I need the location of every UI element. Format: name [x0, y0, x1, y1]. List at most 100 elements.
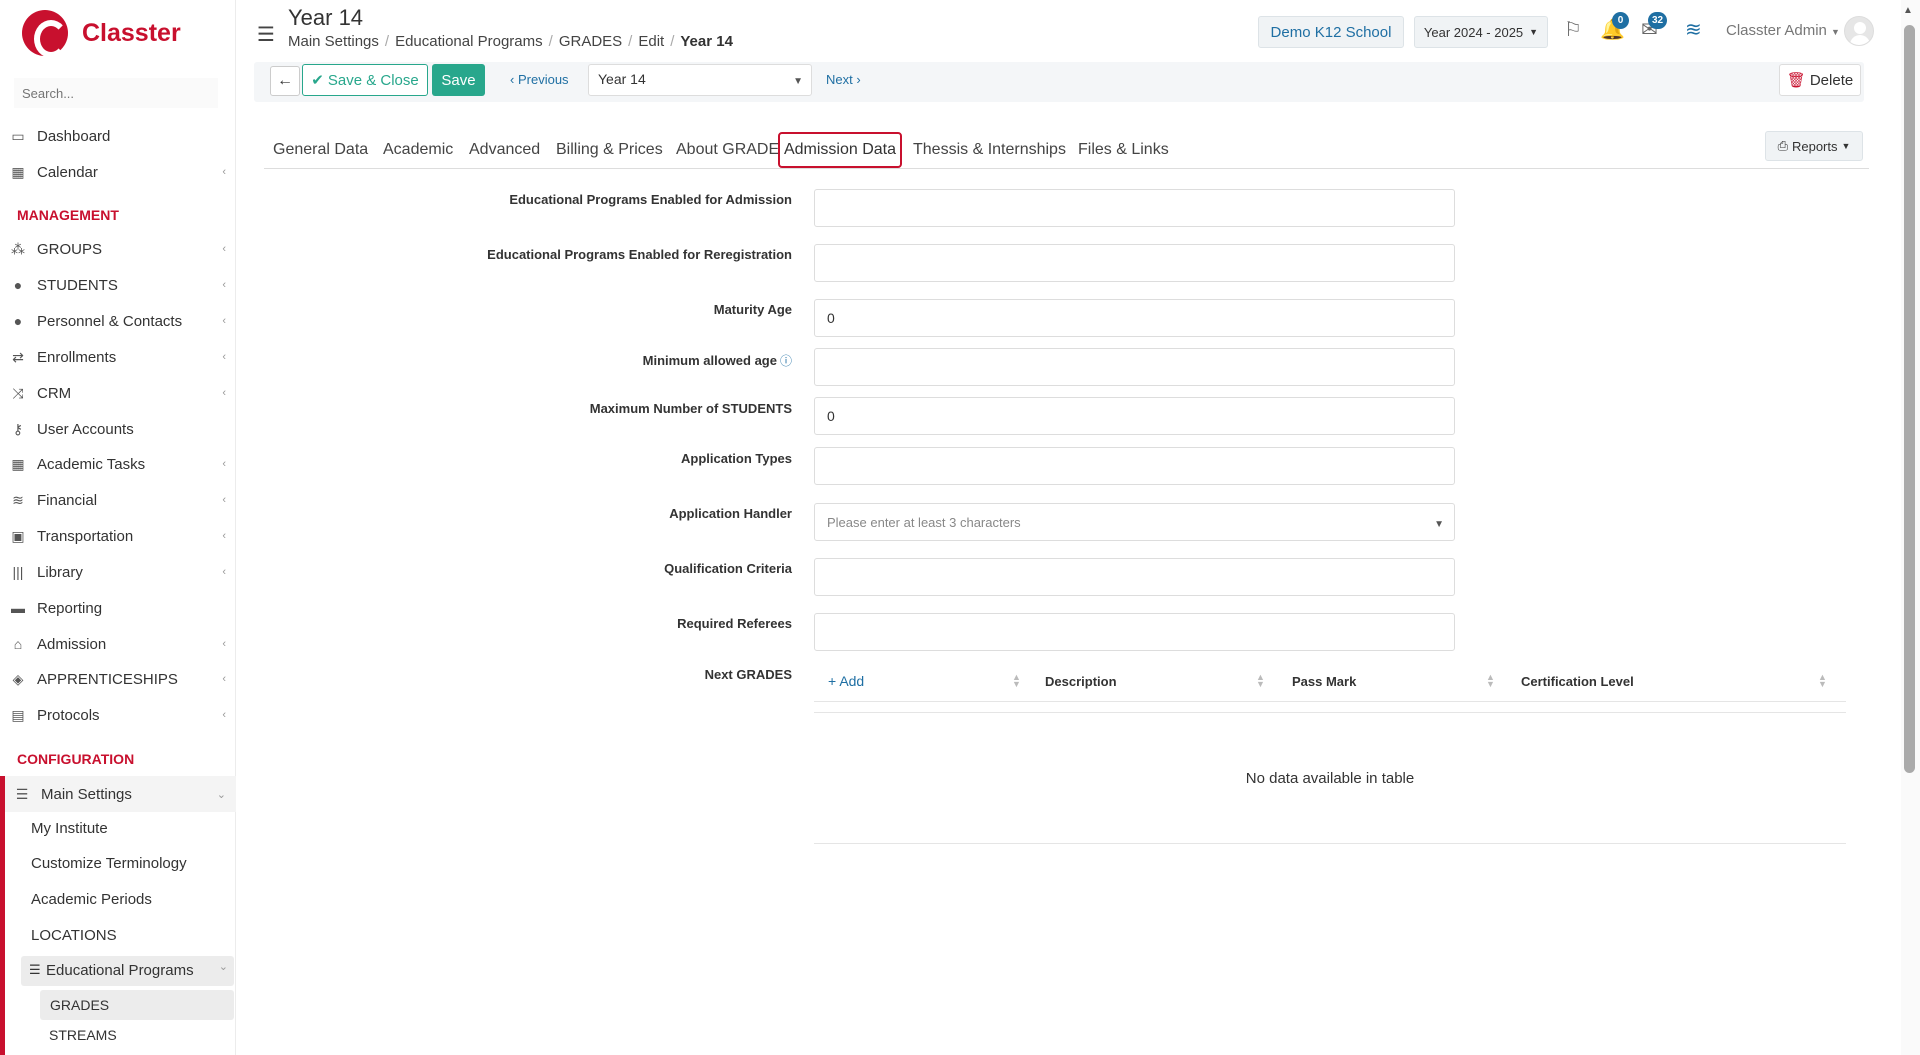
- library-icon: |||: [12, 564, 24, 580]
- sidebar-item-protocols[interactable]: ▤ Protocols ‹: [0, 698, 236, 732]
- next-grades-table-header: ▲ ▼ Description ▲ ▼ Pass Mark ▲ ▼ Certifica…: [814, 664, 1846, 702]
- sidebar-item-library[interactable]: ||| Library ‹: [0, 555, 236, 589]
- tab-academic[interactable]: Academic: [383, 141, 453, 159]
- delete-label: Delete: [1809, 71, 1854, 89]
- tab-admission-data[interactable]: Admission Data: [778, 132, 902, 168]
- section-management: MANAGEMENT: [17, 207, 119, 223]
- sort-icon[interactable]: ▲ ▼: [1818, 673, 1827, 689]
- sidebar-item-academic-periods[interactable]: Academic Periods: [31, 891, 152, 908]
- add-next-grade-button[interactable]: + Add: [828, 673, 864, 689]
- avatar[interactable]: [1844, 16, 1874, 46]
- sidebar-item-label: Academic Tasks: [37, 455, 146, 473]
- sidebar-item-label: Educational Programs: [46, 962, 194, 979]
- sidebar-item-groups[interactable]: ⁂ GROUPS ‹: [0, 232, 236, 266]
- maturity-age-input[interactable]: 0: [814, 299, 1455, 337]
- tab-advanced[interactable]: Advanced: [469, 141, 540, 159]
- sidebar-item-label: Enrollments: [37, 348, 117, 366]
- breadcrumb-item[interactable]: Edit: [638, 33, 664, 50]
- sidebar-item-label: CRM: [37, 384, 72, 402]
- sidebar-item-label: Calendar: [37, 163, 98, 181]
- column-description[interactable]: Description: [1045, 674, 1117, 689]
- students-icon: ●: [13, 277, 23, 293]
- column-pass-mark[interactable]: Pass Mark: [1292, 674, 1356, 689]
- sidebar-item-apprenticeships[interactable]: ◈ APPRENTICESHIPS ‹: [0, 662, 236, 696]
- year-selector-button[interactable]: Year 2024 - 2025 ▼: [1414, 16, 1548, 48]
- chevron-left-icon: ‹: [222, 166, 226, 178]
- next-label: Next: [826, 72, 853, 87]
- sidebar-item-students[interactable]: ● STUDENTS ‹: [0, 268, 236, 302]
- sidebar-item-calendar[interactable]: ▦ Calendar ‹: [0, 155, 236, 189]
- breadcrumb-item[interactable]: Main Settings: [288, 33, 379, 50]
- sidebar-item-financial[interactable]: ≋ Financial ‹: [0, 483, 236, 517]
- user-menu[interactable]: Classter Admin ▼: [1726, 22, 1840, 39]
- application-handler-select[interactable]: Please enter at least 3 characters ▼: [814, 503, 1455, 541]
- record-select[interactable]: Year 14 ▼: [588, 64, 812, 96]
- scrollbar-thumb[interactable]: [1904, 25, 1915, 773]
- sidebar-item-dashboard[interactable]: ▭ Dashboard: [0, 119, 236, 153]
- minimum-age-input[interactable]: [814, 348, 1455, 386]
- calendar-icon: ▦: [11, 163, 25, 180]
- chevron-left-icon: ‹: [222, 243, 226, 255]
- sidebar-search-input[interactable]: [14, 78, 218, 108]
- sidebar-item-educational-programs[interactable]: ☰ Educational Programs ⌄: [21, 956, 234, 986]
- trash-icon: 🗑: [1786, 72, 1806, 89]
- required-referees-input[interactable]: [814, 613, 1455, 651]
- field-label-programs-admission: Educational Programs Enabled for Admissi…: [509, 192, 792, 207]
- field-label-required-referees: Required Referees: [677, 616, 792, 631]
- qualification-criteria-input[interactable]: [814, 558, 1455, 596]
- sidebar-item-admission[interactable]: ⌂ Admission ‹: [0, 627, 236, 661]
- programs-admission-input[interactable]: [814, 189, 1455, 227]
- sidebar-item-enrollments[interactable]: ⇄ Enrollments ‹: [0, 340, 236, 374]
- application-types-input[interactable]: [814, 447, 1455, 485]
- messages-badge: 32: [1648, 12, 1668, 29]
- layers-plus-icon[interactable]: ≋: [1685, 17, 1702, 42]
- brand-logo[interactable]: Classter: [22, 10, 181, 58]
- field-label-max-students: Maximum Number of STUDENTS: [589, 401, 792, 416]
- sidebar-item-academic-tasks[interactable]: ▦ Academic Tasks ‹: [0, 447, 236, 481]
- breadcrumb-item[interactable]: Educational Programs: [395, 33, 543, 50]
- previous-button[interactable]: ‹ Previous: [510, 72, 569, 87]
- sidebar-item-locations[interactable]: LOCATIONS: [31, 927, 117, 944]
- max-students-input[interactable]: 0: [814, 397, 1455, 435]
- tab-general-data[interactable]: General Data: [273, 141, 368, 159]
- sidebar-item-reporting[interactable]: ▬ Reporting: [0, 591, 236, 625]
- save-close-button[interactable]: ✔ Save & Close: [302, 64, 428, 96]
- tab-thessis-internships[interactable]: Thessis & Internships: [913, 141, 1066, 159]
- sidebar-item-customize-terminology[interactable]: Customize Terminology: [31, 855, 187, 872]
- menu-toggle-icon[interactable]: ☰: [257, 22, 275, 47]
- sort-icon[interactable]: ▲ ▼: [1486, 673, 1495, 689]
- sidebar-item-transportation[interactable]: ▣ Transportation ‹: [0, 519, 236, 553]
- tab-files-links[interactable]: Files & Links: [1078, 141, 1169, 159]
- exchange-icon: ⇄: [12, 348, 24, 365]
- school-selector-button[interactable]: Demo K12 School: [1258, 16, 1404, 48]
- column-certification-level[interactable]: Certification Level: [1521, 674, 1634, 689]
- breadcrumb-item[interactable]: GRADES: [559, 33, 622, 50]
- next-button[interactable]: Next ›: [826, 72, 861, 87]
- sidebar-item-grades[interactable]: GRADES: [40, 990, 234, 1020]
- sort-icon[interactable]: ▲ ▼: [1256, 673, 1265, 689]
- arrow-left-icon: ←: [277, 72, 293, 89]
- info-icon[interactable]: ⓘ: [780, 354, 792, 368]
- field-label-next-grades: Next GRADES: [704, 667, 792, 682]
- programs-reregistration-input[interactable]: [814, 244, 1455, 282]
- sidebar-item-streams[interactable]: STREAMS: [49, 1027, 117, 1043]
- sort-icon[interactable]: ▲ ▼: [1012, 673, 1021, 689]
- sidebar-item-user-accounts[interactable]: ⚷ User Accounts: [0, 412, 236, 446]
- scroll-up-arrow-icon[interactable]: ▲: [1903, 5, 1913, 16]
- save-button[interactable]: Save: [432, 64, 485, 96]
- sidebar-item-personnel[interactable]: ● Personnel & Contacts ‹: [0, 304, 236, 338]
- sidebar-item-my-institute[interactable]: My Institute: [31, 820, 108, 837]
- grid-icon: ▦: [11, 455, 25, 472]
- flag-icon[interactable]: ⚐: [1564, 17, 1582, 42]
- sidebar-item-crm[interactable]: ⤨ CRM ‹: [0, 376, 236, 410]
- sidebar-item-label: GRADES: [50, 997, 110, 1013]
- field-label-maturity-age: Maturity Age: [713, 302, 792, 317]
- chevron-right-icon: ›: [856, 72, 861, 87]
- delete-button[interactable]: 🗑 Delete: [1779, 64, 1861, 96]
- back-button[interactable]: ←: [270, 66, 300, 96]
- add-label: Add: [839, 673, 865, 689]
- tab-about-grade[interactable]: About GRADE: [676, 141, 779, 159]
- reports-button[interactable]: ⎙ Reports ▼: [1765, 131, 1863, 161]
- tab-billing-prices[interactable]: Billing & Prices: [556, 141, 663, 159]
- sidebar-item-main-settings[interactable]: ☰ Main Settings ⌄: [0, 777, 236, 811]
